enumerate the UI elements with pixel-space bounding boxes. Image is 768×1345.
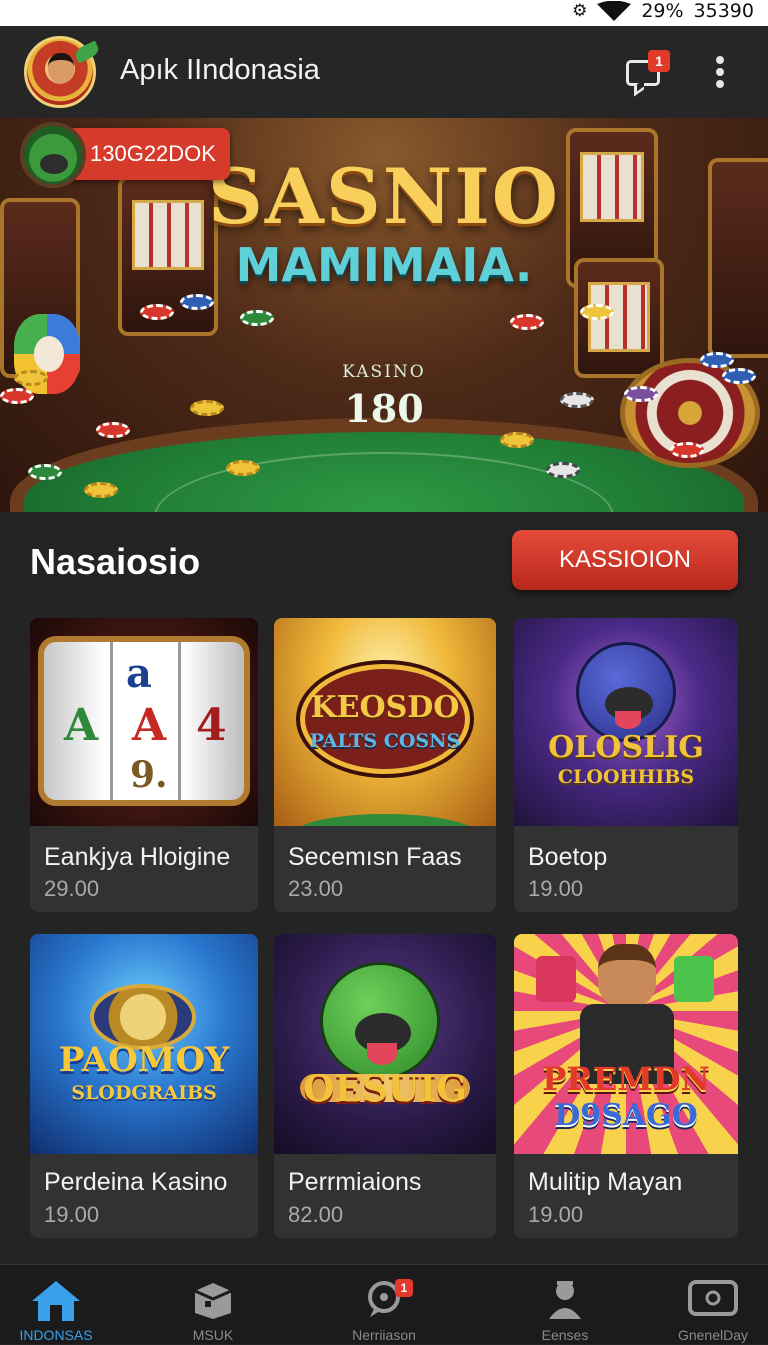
chip-icon: [28, 464, 62, 480]
chip-icon: [500, 432, 534, 448]
box-icon: [194, 1283, 232, 1319]
game-name: Boetop: [528, 843, 608, 871]
game-card[interactable]: a A A 4 9. Eankjya Hloigine 29.00: [30, 618, 258, 912]
slot-reels-art: a A A 4 9.: [38, 636, 250, 806]
game-thumbnail: KEOSDO PALTS COSNS: [274, 618, 496, 826]
chip-icon: [180, 294, 214, 310]
screen-icon: [688, 1280, 738, 1316]
game-card[interactable]: KEOSDO PALTS COSNS Secemısn Faas 23.00: [274, 618, 496, 912]
game-price: 23.00: [288, 876, 344, 901]
app-logo[interactable]: [24, 36, 101, 167]
kebab-dot: [716, 68, 724, 76]
mascot-art: [576, 642, 676, 742]
game-card[interactable]: OESUIG Perrmiaions 82.00: [274, 934, 496, 1238]
logo-face: [48, 53, 74, 83]
kebab-dot: [716, 56, 724, 64]
nav-badge: 1: [395, 1279, 413, 1297]
game-thumbnail: OESUIG: [274, 934, 496, 1154]
chip-icon: [140, 304, 174, 320]
game-card[interactable]: PAOMOY SLODGRAIBS Perdeina Kasino 19.00: [30, 934, 258, 1238]
section-action-button[interactable]: KASSIOION: [512, 530, 738, 590]
chip-icon: [546, 462, 580, 478]
nav-item-gnenelday[interactable]: GnenelDay: [638, 1265, 768, 1345]
game-name: Secemısn Faas: [288, 843, 462, 871]
card-icon: [674, 956, 714, 1002]
hero-banner[interactable]: SASNIO MAMIMAIA. KASINO 180 130G22DOK: [0, 118, 768, 512]
game-name: Perrmiaions: [288, 1168, 422, 1196]
game-price: 29.00: [44, 876, 100, 901]
user-avatar[interactable]: [20, 122, 86, 188]
dealer-art: [598, 944, 656, 1008]
table-label: KASINO: [342, 362, 426, 382]
nav-item-nerriiason[interactable]: 1 Nerriiason: [309, 1265, 459, 1345]
app-title: Apık IIndonasia: [120, 54, 320, 86]
banner-brand-subtitle: MAMIMAIA.: [235, 238, 533, 292]
nav-label: INDONSAS: [19, 1327, 93, 1343]
section-title: Nasaiosio: [30, 541, 201, 582]
mascot-art: [320, 962, 440, 1080]
game-thumbnail: a A A 4 9.: [30, 618, 258, 826]
table-value: 180: [344, 386, 424, 431]
nav-label: Nerriiason: [352, 1327, 416, 1343]
chip-icon: [240, 310, 274, 326]
nav-label: GnenelDay: [677, 1327, 749, 1343]
card-icon: [536, 956, 576, 1002]
chip-icon: [670, 442, 704, 458]
alarm-icon: ⚙: [572, 1, 588, 21]
nav-label: Eenses: [541, 1327, 589, 1343]
messages-button[interactable]: 1: [622, 50, 670, 97]
chip-icon: [580, 304, 614, 320]
game-price: 82.00: [288, 1202, 344, 1227]
nav-item-indonsas[interactable]: INDONSAS: [0, 1265, 131, 1345]
wifi-icon: [597, 1, 632, 21]
notification-badge: 1: [648, 50, 670, 72]
chip-icon: [226, 460, 260, 476]
chip-icon: [510, 314, 544, 330]
nav-item-msuk[interactable]: MSUK: [138, 1265, 288, 1345]
logo-leaf: [73, 40, 101, 64]
game-thumbnail: PAOMOY SLODGRAIBS: [30, 934, 258, 1154]
game-card[interactable]: PREMDN D9SAGO Mulitip Mayan 19.00: [514, 934, 738, 1238]
chip-icon: [84, 482, 118, 498]
app-bar: Apık IIndonasia 1: [0, 26, 768, 167]
game-price: 19.00: [528, 1202, 584, 1227]
game-name: Perdeina Kasino: [44, 1168, 228, 1196]
game-name: Mulitip Mayan: [528, 1168, 683, 1196]
game-thumbnail: PREMDN D9SAGO: [514, 934, 738, 1154]
game-thumbnail: OLOSLIG CLOOHHIBS: [514, 618, 738, 826]
nav-label: MSUK: [192, 1327, 234, 1343]
game-price: 19.00: [44, 1202, 100, 1227]
dealer-icon: [549, 1281, 581, 1319]
kebab-dot: [716, 80, 724, 88]
bottom-nav: INDONSAS MSUK 1 Nerriiason Eenses Gnenel…: [0, 1264, 768, 1344]
battery-level: 29%: [641, 0, 684, 22]
status-time: 35390: [693, 0, 754, 22]
status-bar: ⚙ 29% 35390: [0, 0, 768, 26]
overflow-menu-button[interactable]: [708, 54, 732, 90]
game-card[interactable]: OLOSLIG CLOOHHIBS Boetop 19.00: [514, 618, 738, 912]
home-icon: [32, 1281, 80, 1321]
nav-item-eenses[interactable]: Eenses: [490, 1265, 640, 1345]
game-name: Eankjya Hloigine: [44, 843, 231, 871]
game-price: 19.00: [528, 876, 584, 901]
